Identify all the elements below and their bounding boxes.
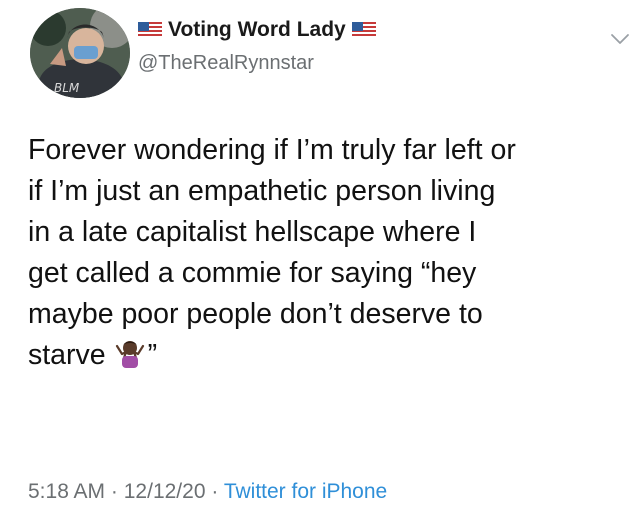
meta-separator: · [110,480,118,503]
tweet-meta: 5:18 AM · 12/12/20 · Twitter for iPhone [28,480,387,504]
source-link[interactable]: Twitter for iPhone [224,480,387,503]
timestamp[interactable]: 5:18 AM [28,480,105,503]
avatar-image: BLM [30,8,130,98]
meta-separator: · [211,480,219,503]
avatar[interactable]: BLM [30,8,130,98]
person-shrugging-emoji [114,338,146,368]
chevron-down-icon[interactable] [610,32,630,46]
author-name-row[interactable]: Voting Word Lady [138,18,376,42]
tweet-header: BLM Voting Word Lady @TheRealRynnstar [20,8,629,98]
tweet-text: Forever wondering if I’m truly far left … [28,130,628,376]
tweet-text-end: ” [147,339,158,371]
us-flag-icon [138,22,162,38]
tweet-text-main: Forever wondering if I’m truly far left … [28,134,516,371]
author-handle[interactable]: @TheRealRynnstar [138,52,314,75]
author-display-name[interactable]: Voting Word Lady [168,18,346,42]
tweet: BLM Voting Word Lady @TheRealRynnstar Fo… [0,0,640,522]
date[interactable]: 12/12/20 [124,480,206,503]
svg-text:BLM: BLM [54,81,80,95]
us-flag-icon [351,22,376,38]
